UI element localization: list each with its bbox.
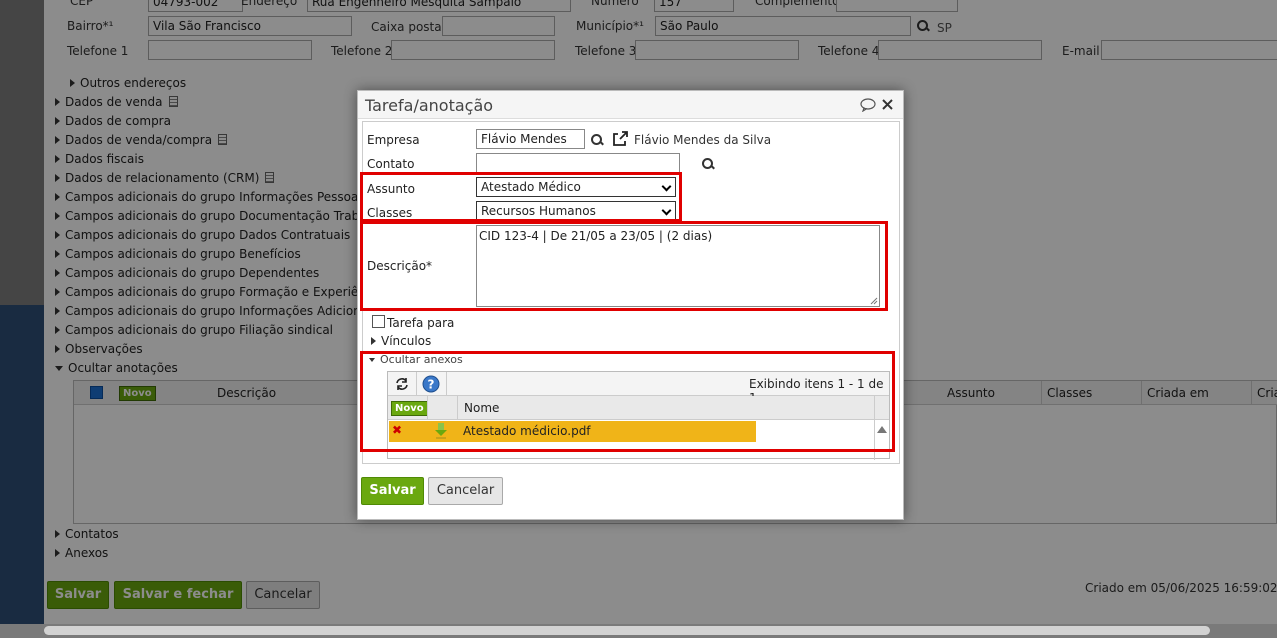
highlight-assunto-classes [360, 172, 682, 222]
highlight-descricao [360, 221, 888, 311]
horizontal-scrollbar[interactable] [0, 624, 1277, 638]
contato-input[interactable] [476, 153, 680, 173]
empresa-full-name-link[interactable]: Flávio Mendes da Silva [634, 133, 771, 147]
comment-icon[interactable] [860, 98, 876, 112]
dialog-cancel-button[interactable]: Cancelar [428, 477, 503, 505]
close-icon[interactable] [882, 99, 893, 110]
dialog-title: Tarefa/anotação [365, 96, 494, 115]
tarefa-para-checkbox[interactable] [372, 315, 385, 328]
empresa-label: Empresa [367, 133, 420, 147]
empresa-input[interactable]: Flávio Mendes [476, 129, 585, 149]
external-link-icon[interactable] [612, 131, 629, 147]
vinculos-toggle[interactable]: Vínculos [371, 334, 431, 348]
empresa-search-icon[interactable] [591, 134, 603, 146]
contato-search-icon[interactable] [701, 158, 714, 170]
highlight-anexos [360, 351, 895, 452]
contato-label: Contato [367, 157, 415, 171]
dialog-header: Tarefa/anotação [358, 91, 903, 119]
task-annotation-dialog: Tarefa/anotação Empresa Flávio Mendes Fl… [357, 90, 904, 520]
dialog-save-button[interactable]: Salvar [361, 477, 424, 505]
tarefa-para-label: Tarefa para [387, 316, 455, 330]
